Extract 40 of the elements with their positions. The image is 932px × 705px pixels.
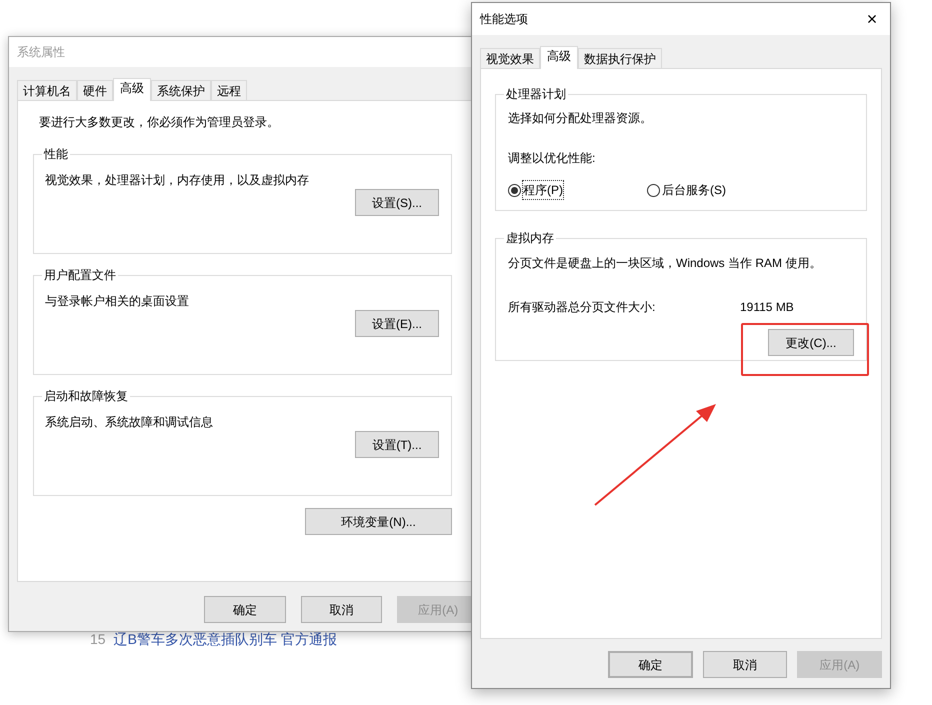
dialog-button[interactable]: 取消 [300, 596, 382, 623]
radio-button[interactable] [508, 184, 521, 196]
rank-number: 15 [90, 630, 106, 649]
prompt-text: 调整以优化性能: [508, 150, 596, 167]
group-description: 系统启动、系统故障和调试信息 [45, 414, 214, 431]
tab[interactable]: 数据执行保护 [578, 48, 662, 68]
group-title: 启动和故障恢复 [43, 388, 129, 405]
tab[interactable]: 硬件 [77, 80, 113, 100]
group-description: 分页文件是硬盘上的一块区域，Windows 当作 RAM 使用。 [508, 255, 822, 272]
radio-option[interactable]: 后台服务(S) [647, 181, 726, 199]
news-link[interactable]: 辽B警车多次恶意插队别车 官方通报 [114, 629, 337, 650]
tab[interactable]: 高级 [113, 78, 151, 101]
group-description: 视觉效果，处理器计划，内存使用，以及虚拟内存 [45, 172, 310, 189]
group-title: 性能 [42, 146, 69, 163]
tab[interactable]: 系统保护 [151, 80, 211, 100]
dialog-button[interactable]: 更改(C)... [768, 329, 854, 356]
tab[interactable]: 高级 [540, 46, 578, 69]
paging-size-label: 所有驱动器总分页文件大小: [508, 299, 656, 316]
group-title: 虚拟内存 [505, 230, 555, 247]
window-title: 系统属性 [17, 44, 65, 61]
radio-button[interactable] [647, 184, 660, 196]
dialog-button[interactable]: 确定 [204, 596, 286, 623]
group-title: 用户配置文件 [43, 267, 117, 284]
window-title: 性能选项 [480, 11, 528, 28]
dialog-button[interactable]: 设置(S)... [355, 189, 439, 216]
paging-size-value: 19115 MB [740, 299, 794, 316]
dialog-button[interactable]: 确定 [608, 651, 693, 678]
dialog-button[interactable]: 取消 [702, 651, 788, 678]
group-description: 与登录帐户相关的桌面设置 [45, 293, 190, 310]
dialog-button[interactable]: 设置(T)... [355, 431, 439, 458]
close-button[interactable]: × [858, 6, 886, 32]
tab[interactable]: 视觉效果 [480, 48, 540, 68]
dialog-button[interactable]: 设置(E)... [355, 310, 439, 337]
dialog-button[interactable]: 环境变量(N)... [305, 508, 452, 535]
radio-option[interactable]: 程序(P) [508, 181, 563, 199]
tab[interactable]: 计算机名 [17, 80, 77, 100]
group-title: 处理器计划 [505, 86, 567, 103]
tab[interactable]: 远程 [211, 80, 247, 100]
group-description: 选择如何分配处理器资源。 [508, 110, 653, 127]
notice-text: 要进行大多数更改，你必须作为管理员登录。 [39, 114, 280, 131]
